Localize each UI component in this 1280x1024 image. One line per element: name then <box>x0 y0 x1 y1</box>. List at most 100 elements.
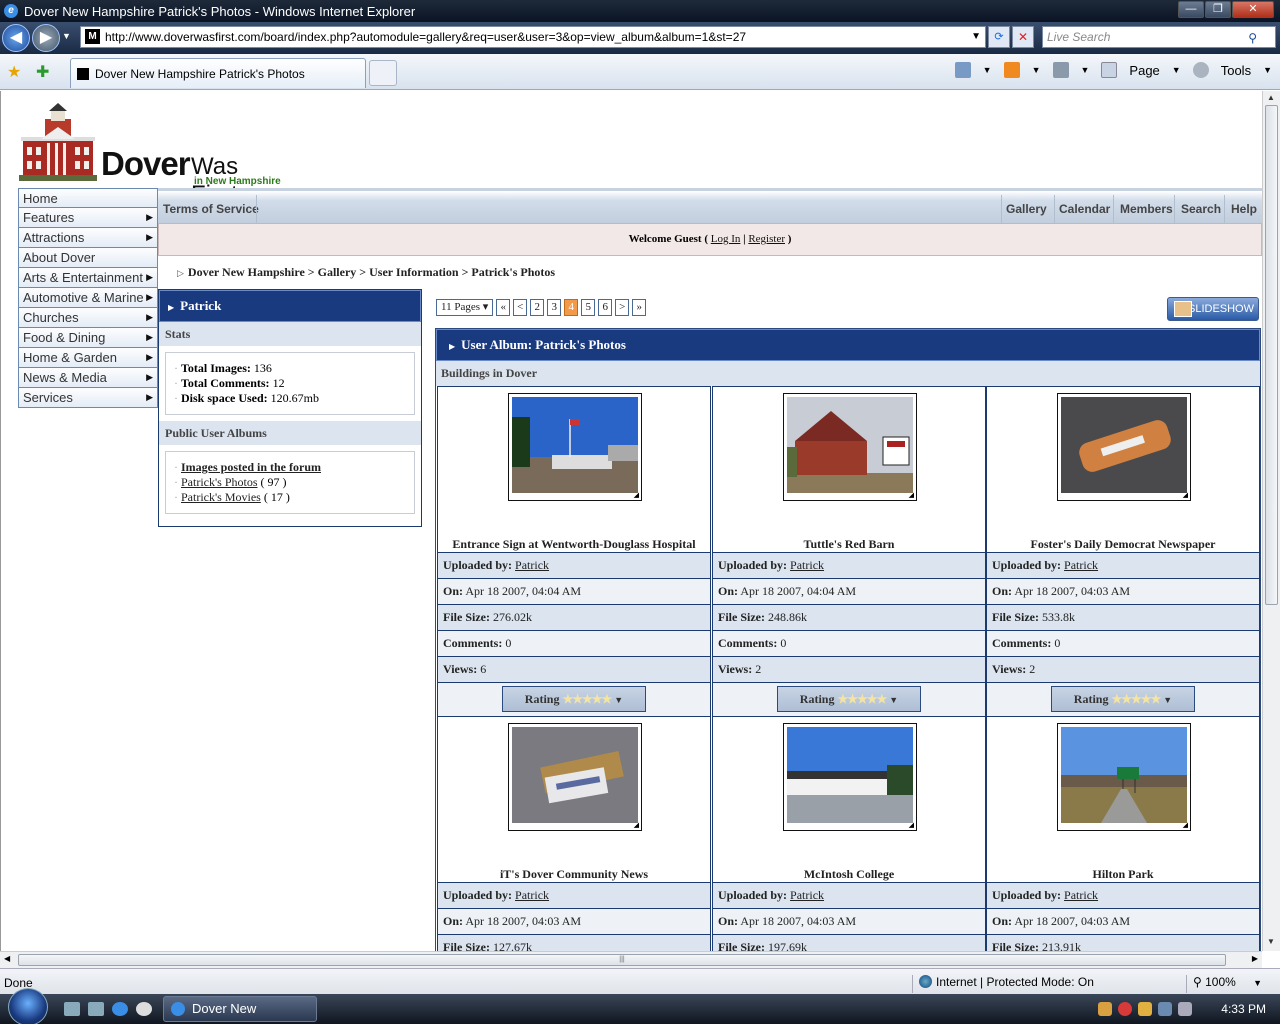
favorites-star-icon[interactable]: ★ <box>7 62 21 82</box>
last-page-button[interactable]: » <box>632 299 647 316</box>
photo-caption[interactable]: Tuttle's Red Barn <box>713 537 985 552</box>
sidebar-item[interactable]: Automotive & Marine ▶ <box>18 288 158 308</box>
photo-thumbnail[interactable]: ◢ <box>1057 393 1191 501</box>
sidebar-item[interactable]: Food & Dining ▶ <box>18 328 158 348</box>
tab-current[interactable]: Dover New Hampshire Patrick's Photos <box>70 58 366 88</box>
security-zone[interactable]: Internet | Protected Mode: On <box>912 975 1094 993</box>
pagination: 11 Pages ▾ « < 23456 > » <box>436 299 647 316</box>
site-logo[interactable]: Dover Was First in New Hampshire <box>19 103 289 208</box>
search-icon[interactable]: ⚲ <box>1248 28 1257 48</box>
page-number-button[interactable]: 4 <box>564 299 579 316</box>
sidebar-item[interactable]: Features ▶ <box>18 208 158 228</box>
uploader-link[interactable]: Patrick <box>1064 558 1098 572</box>
refresh-button[interactable]: ⟳ <box>988 26 1010 48</box>
page-number-button[interactable]: 5 <box>581 299 596 316</box>
photo-caption[interactable]: McIntosh College <box>713 867 985 882</box>
next-page-button[interactable]: > <box>615 299 630 316</box>
photo-thumbnail[interactable]: ◢ <box>783 393 917 501</box>
tray-security-icon[interactable] <box>1118 1002 1132 1016</box>
tools-menu-button[interactable]: Tools <box>1221 63 1251 78</box>
vertical-scrollbar[interactable]: ▲ ▼ <box>1262 91 1280 951</box>
album-link[interactable]: Images posted in the forum <box>181 460 321 474</box>
tray-notify-icon[interactable] <box>1138 1002 1152 1016</box>
print-icon[interactable] <box>1052 62 1069 78</box>
page-menu-button[interactable]: Page <box>1129 63 1159 78</box>
start-button[interactable] <box>8 988 48 1024</box>
close-button[interactable]: ✕ <box>1232 1 1274 18</box>
clock[interactable]: 4:33 PM <box>1221 1002 1266 1016</box>
page-number-button[interactable]: 2 <box>530 299 545 316</box>
taskbar-item-label: Dover New Hampsh... <box>192 1001 257 1016</box>
album-link[interactable]: Patrick's Photos <box>181 475 258 489</box>
stop-button[interactable]: ✕ <box>1012 26 1034 48</box>
taskbar: Dover New Hampsh... 4:33 PM <box>0 988 1280 1024</box>
sidebar-item[interactable]: News & Media ▶ <box>18 368 158 388</box>
album-link[interactable]: Patrick's Movies <box>181 490 261 504</box>
horizontal-scrollbar[interactable]: ◀ ||| ▶ <box>0 951 1262 968</box>
nav-gallery[interactable]: Gallery <box>1006 202 1047 216</box>
welcome-bar: Welcome Guest ( Log In | Register ) <box>158 224 1262 256</box>
rating-button[interactable]: Rating ★★★★★ ▼ <box>502 686 646 712</box>
address-bar[interactable]: M http://www.doverwasfirst.com/board/ind… <box>80 26 986 48</box>
photo-thumbnail[interactable]: ◢ <box>508 393 642 501</box>
uploader-link[interactable]: Patrick <box>1064 888 1098 902</box>
home-icon[interactable] <box>954 62 971 78</box>
page-number-button[interactable]: 6 <box>598 299 613 316</box>
maximize-button[interactable]: ❐ <box>1205 1 1231 18</box>
register-link[interactable]: Register <box>748 233 785 245</box>
photo-thumbnail[interactable]: ◢ <box>1057 723 1191 831</box>
search-input[interactable]: Live Search ⚲ <box>1042 26 1276 48</box>
photo-thumbnail[interactable]: ◢ <box>508 723 642 831</box>
nav-search[interactable]: Search <box>1181 202 1221 216</box>
switch-windows-icon[interactable] <box>88 1002 104 1016</box>
sidebar-item[interactable]: Home & Garden ▶ <box>18 348 158 368</box>
rss-feed-icon[interactable] <box>1003 62 1020 78</box>
horizontal-scroll-thumb[interactable]: ||| <box>18 954 1226 966</box>
photo-caption[interactable]: Foster's Daily Democrat Newspaper <box>987 537 1259 552</box>
nav-terms-of-service[interactable]: Terms of Service <box>163 202 259 216</box>
sidebar-item[interactable]: Services ▶ <box>18 388 158 408</box>
rating-button[interactable]: Rating ★★★★★ ▼ <box>1051 686 1195 712</box>
sidebar-item[interactable]: Home <box>18 188 158 208</box>
submenu-arrow-icon: ▶ <box>146 372 153 382</box>
address-dropdown-icon[interactable]: ▼ <box>971 27 981 47</box>
nav-members[interactable]: Members <box>1120 202 1173 216</box>
new-tab-button[interactable] <box>369 60 397 86</box>
login-link[interactable]: Log In <box>711 233 741 245</box>
page-number-button[interactable]: 3 <box>547 299 562 316</box>
media-icon[interactable] <box>136 1002 152 1016</box>
photo-caption[interactable]: Hilton Park <box>987 867 1259 882</box>
photo-thumbnail[interactable]: ◢ <box>783 723 917 831</box>
vertical-scroll-thumb[interactable] <box>1265 105 1278 605</box>
show-desktop-icon[interactable] <box>64 1002 80 1016</box>
uploader-link[interactable]: Patrick <box>790 558 824 572</box>
nav-calendar[interactable]: Calendar <box>1059 202 1110 216</box>
breadcrumb-text[interactable]: Dover New Hampshire > Gallery > User Inf… <box>188 265 555 279</box>
sidebar-item[interactable]: Arts & Entertainment ▶ <box>18 268 158 288</box>
tray-app-icon[interactable] <box>1098 1002 1112 1016</box>
tray-network-icon[interactable] <box>1158 1002 1172 1016</box>
minimize-button[interactable]: — <box>1178 1 1204 18</box>
sidebar-item[interactable]: Churches ▶ <box>18 308 158 328</box>
tray-volume-icon[interactable] <box>1178 1002 1192 1016</box>
add-favorites-icon[interactable]: ✚ <box>36 62 49 82</box>
uploader-link[interactable]: Patrick <box>790 888 824 902</box>
rating-button[interactable]: Rating ★★★★★ ▼ <box>777 686 921 712</box>
back-button[interactable]: ◀ <box>2 24 30 52</box>
history-dropdown-icon[interactable]: ▼ <box>62 31 71 41</box>
uploader-link[interactable]: Patrick <box>515 888 549 902</box>
zoom-level[interactable]: ⚲ 100% ▼ <box>1186 975 1262 993</box>
ie-launch-icon[interactable] <box>112 1002 128 1016</box>
slideshow-button[interactable]: SLIDESHOW <box>1167 297 1259 321</box>
pages-dropdown[interactable]: 11 Pages ▾ <box>436 299 494 316</box>
sidebar-item[interactable]: About Dover <box>18 248 158 268</box>
photo-caption[interactable]: iT's Dover Community News <box>438 867 710 882</box>
first-page-button[interactable]: « <box>496 299 511 316</box>
forward-button[interactable]: ▶ <box>32 24 60 52</box>
photo-caption[interactable]: Entrance Sign at Wentworth-Douglass Hosp… <box>438 537 710 552</box>
sidebar-item[interactable]: Attractions ▶ <box>18 228 158 248</box>
uploader-link[interactable]: Patrick <box>515 558 549 572</box>
taskbar-item-ie[interactable]: Dover New Hampsh... <box>163 996 317 1022</box>
prev-page-button[interactable]: < <box>513 299 528 316</box>
nav-help[interactable]: Help <box>1231 202 1257 216</box>
